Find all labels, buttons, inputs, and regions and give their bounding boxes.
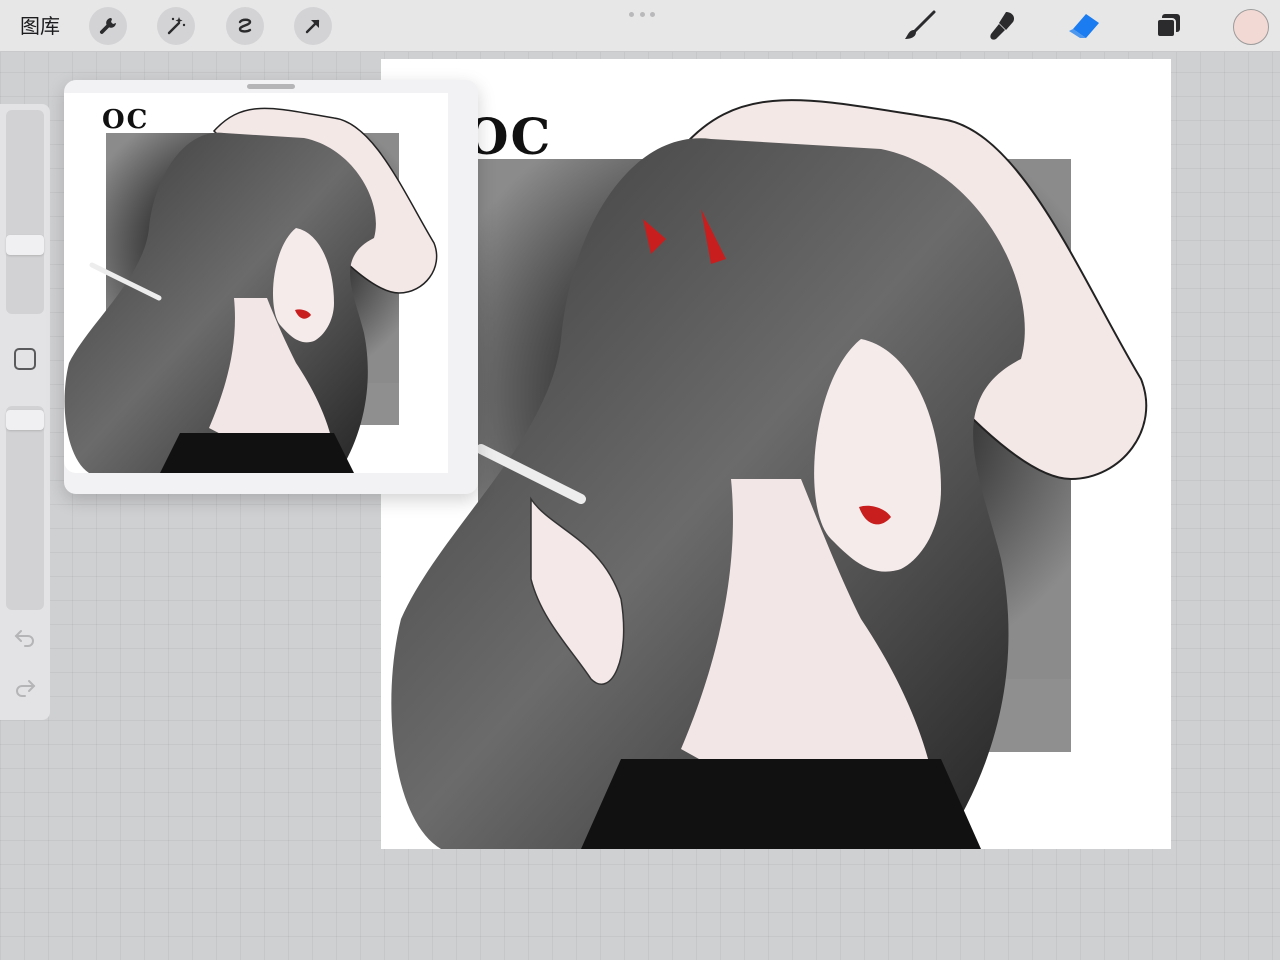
eraser-icon xyxy=(1069,14,1099,38)
opacity-slider[interactable] xyxy=(6,406,44,610)
left-sidebar xyxy=(0,104,50,720)
layers-icon xyxy=(1156,14,1180,38)
color-picker-swatch[interactable] xyxy=(1233,9,1269,45)
top-toolbar: 图库 xyxy=(0,0,1280,52)
reference-image: OC xyxy=(64,93,448,473)
adjustments-button[interactable] xyxy=(157,7,195,45)
smudge-tool-button[interactable] xyxy=(982,8,1022,44)
opacity-handle[interactable] xyxy=(6,410,44,430)
reference-window[interactable]: OC xyxy=(64,80,478,494)
brush-size-slider[interactable] xyxy=(6,110,44,314)
actions-button[interactable] xyxy=(89,7,127,45)
canvas-artwork-text: OC xyxy=(465,107,553,166)
wrench-icon xyxy=(99,18,116,34)
selection-button[interactable] xyxy=(226,7,264,45)
smudge-icon xyxy=(990,12,1015,40)
modify-button[interactable] xyxy=(14,348,36,370)
redo-icon[interactable] xyxy=(13,678,37,698)
selection-icon xyxy=(238,18,252,33)
undo-icon[interactable] xyxy=(13,628,37,648)
brush-icon xyxy=(905,10,936,39)
brush-size-handle[interactable] xyxy=(6,235,44,255)
reference-window-grabber[interactable] xyxy=(247,84,295,89)
gallery-button[interactable]: 图库 xyxy=(20,12,60,40)
paint-tool-button[interactable] xyxy=(900,8,940,44)
transform-button[interactable] xyxy=(294,7,332,45)
drawing-canvas[interactable]: OC xyxy=(381,59,1171,849)
eraser-tool-button[interactable] xyxy=(1064,8,1104,44)
magic-wand-icon xyxy=(167,17,186,35)
toolbar-grabber[interactable] xyxy=(629,12,655,18)
reference-artwork xyxy=(64,107,438,473)
transform-arrow-icon xyxy=(305,19,320,34)
reference-artwork-text: OC xyxy=(102,105,150,135)
layers-button[interactable] xyxy=(1148,8,1188,44)
artwork-illustration xyxy=(391,99,1148,849)
